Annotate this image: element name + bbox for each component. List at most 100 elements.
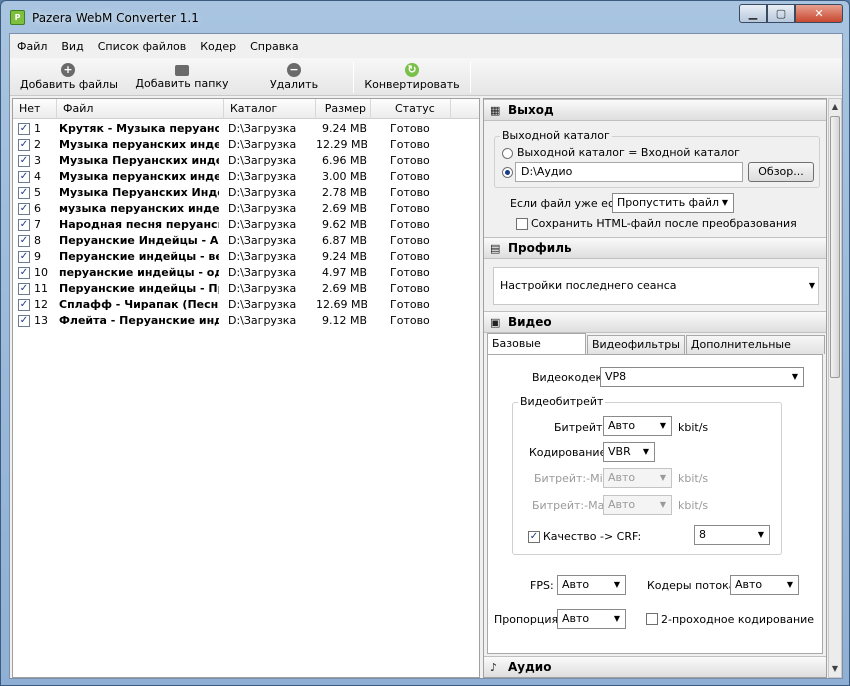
menu-help[interactable]: Справка <box>243 40 305 53</box>
encoding-value: VBR <box>608 445 631 458</box>
row-status: Готово <box>390 218 430 231</box>
menu-view[interactable]: Вид <box>54 40 90 53</box>
row-size: 9.12 MB <box>321 314 367 327</box>
video-bitrate-group-label: Видеобитрейт <box>518 395 606 408</box>
tab-advanced-settings[interactable]: Дополнительные настройки <box>685 335 825 369</box>
column-size[interactable]: Размер <box>316 99 371 119</box>
menu-file-list[interactable]: Список файлов <box>91 40 193 53</box>
row-checkbox[interactable]: ✓ <box>18 299 30 311</box>
scroll-up-icon[interactable]: ▲ <box>829 100 841 114</box>
table-row[interactable]: ✓ 7 Народная песня перуанск... D:\Загрузка 9… <box>13 217 479 233</box>
output-dir-input[interactable]: D:\Аудио <box>515 162 743 182</box>
video-codec-label: Видеокодек: <box>532 371 606 384</box>
row-status: Готово <box>390 282 430 295</box>
menu-encoder[interactable]: Кодер <box>193 40 243 53</box>
column-file[interactable]: Файл <box>57 99 224 119</box>
remove-button[interactable]: − Удалить <box>254 60 334 94</box>
row-number: 5 <box>34 186 41 199</box>
twopass-label: 2-проходное кодирование <box>661 613 815 626</box>
video-section-title: Видео <box>508 315 552 329</box>
table-row[interactable]: ✓ 9 Перуанские индейцы - ве... D:\Загрузка 9… <box>13 249 479 265</box>
add-files-button[interactable]: + Добавить файлы <box>20 60 118 94</box>
row-status: Готово <box>390 266 430 279</box>
row-checkbox[interactable]: ✓ <box>18 315 30 327</box>
fps-select[interactable]: Авто ▼ <box>557 575 626 595</box>
row-checkbox[interactable]: ✓ <box>18 123 30 135</box>
encoding-label: Кодирование: <box>529 446 611 459</box>
video-codec-select[interactable]: VP8 ▼ <box>600 367 804 387</box>
browse-button[interactable]: Обзор... <box>748 162 814 182</box>
aspect-select[interactable]: Авто ▼ <box>557 609 626 629</box>
scroll-down-icon[interactable]: ▼ <box>829 662 841 676</box>
row-number: 10 <box>34 266 48 279</box>
video-section-header[interactable]: ▣ Видео <box>484 311 826 333</box>
convert-button[interactable]: ↻ Конвертировать <box>364 60 460 94</box>
row-checkbox[interactable]: ✓ <box>18 267 30 279</box>
column-directory[interactable]: Каталог <box>224 99 316 119</box>
table-row[interactable]: ✓ 4 Музыка перуанских индей... D:\Загрузка 3… <box>13 169 479 185</box>
row-checkbox[interactable]: ✓ <box>18 203 30 215</box>
add-folder-button[interactable]: Добавить папку <box>134 60 230 94</box>
bitrate-select[interactable]: Авто ▼ <box>603 416 672 436</box>
row-checkbox[interactable]: ✓ <box>18 219 30 231</box>
same-dir-radio[interactable] <box>502 148 513 159</box>
file-list[interactable]: Нет Файл Каталог Размер Статус ✓ 1 Крутяк … <box>12 98 480 678</box>
row-size: 2.69 MB <box>321 282 367 295</box>
crf-select[interactable]: 8 ▼ <box>694 525 770 545</box>
video-codec-value: VP8 <box>605 370 627 383</box>
title-bar[interactable]: P Pazera WebM Converter 1.1 ▁ ▢ ✕ <box>1 1 849 33</box>
row-directory: D:\Загрузка <box>228 218 297 231</box>
tab-video-filters[interactable]: Видеофильтры <box>586 335 685 354</box>
save-html-checkbox[interactable] <box>516 218 528 230</box>
table-row[interactable]: ✓ 6 музыка перуанских индей... D:\Загрузка 2… <box>13 201 479 217</box>
window-controls: ▁ ▢ ✕ <box>739 4 843 23</box>
encoding-select[interactable]: VBR ▼ <box>603 442 655 462</box>
audio-section-header[interactable]: ♪ Аудио <box>484 656 826 677</box>
tab-basic-settings[interactable]: Базовые настройки <box>487 333 586 370</box>
table-row[interactable]: ✓ 12 Сплафф - Чирапак (Песня пе... D:\Загру… <box>13 297 479 313</box>
row-file-name: Музыка Перуанских Инде... <box>59 186 219 199</box>
table-row[interactable]: ✓ 13 Флейта - Перуанские инде... D:\Загрузк… <box>13 313 479 329</box>
menu-file[interactable]: Файл <box>10 40 54 53</box>
chevron-down-icon: ▼ <box>613 614 620 623</box>
table-row[interactable]: ✓ 10 перуанские индейцы - од... D:\Загрузка… <box>13 265 479 281</box>
fps-value: Авто <box>562 578 590 591</box>
scrollbar-thumb[interactable] <box>830 116 840 378</box>
profile-section-title: Профиль <box>508 241 572 255</box>
profile-section-header[interactable]: ▤ Профиль <box>484 237 826 259</box>
row-file-name: Флейта - Перуанские инде... <box>59 314 219 327</box>
settings-scrollbar[interactable]: ▲ ▼ <box>828 98 842 678</box>
chevron-down-icon: ▼ <box>642 447 649 456</box>
table-row[interactable]: ✓ 5 Музыка Перуанских Инде... D:\Загрузка 2.… <box>13 185 479 201</box>
close-button[interactable]: ✕ <box>795 4 843 23</box>
maximize-button[interactable]: ▢ <box>767 4 795 23</box>
table-row[interactable]: ✓ 11 Перуанские индейцы - Пр... D:\Загрузка… <box>13 281 479 297</box>
profile-select[interactable]: Настройки последнего сеанса ▼ <box>493 267 819 305</box>
threads-select[interactable]: Авто ▼ <box>730 575 799 595</box>
table-row[interactable]: ✓ 8 Перуанские Индейцы - Au... D:\Загрузка 6… <box>13 233 479 249</box>
row-file-name: Музыка перуанских индей... <box>59 170 219 183</box>
row-checkbox[interactable]: ✓ <box>18 155 30 167</box>
output-section-title: Выход <box>508 103 554 117</box>
row-checkbox[interactable]: ✓ <box>18 187 30 199</box>
if-exists-select[interactable]: Пропустить файл ▼ <box>612 193 734 213</box>
twopass-checkbox[interactable] <box>646 613 658 625</box>
row-checkbox[interactable]: ✓ <box>18 283 30 295</box>
window-title: Pazera WebM Converter 1.1 <box>32 11 199 25</box>
table-row[interactable]: ✓ 2 Музыка перуанских инде... D:\Загрузка 12… <box>13 137 479 153</box>
output-section-icon: ▦ <box>490 104 501 117</box>
row-checkbox[interactable]: ✓ <box>18 171 30 183</box>
minimize-button[interactable]: ▁ <box>739 4 767 23</box>
row-checkbox[interactable]: ✓ <box>18 251 30 263</box>
row-checkbox[interactable]: ✓ <box>18 235 30 247</box>
row-status: Готово <box>390 122 430 135</box>
table-row[interactable]: ✓ 1 Крутяк - Музыка перуанс... D:\Загрузка 9… <box>13 121 479 137</box>
row-checkbox[interactable]: ✓ <box>18 139 30 151</box>
custom-dir-radio[interactable] <box>502 167 513 178</box>
row-file-name: Перуанские индейцы - ве... <box>59 250 219 263</box>
column-number[interactable]: Нет <box>13 99 57 119</box>
table-row[interactable]: ✓ 3 Музыка Перуанских инде... D:\Загрузка 6.… <box>13 153 479 169</box>
column-status[interactable]: Статус <box>371 99 451 119</box>
output-section-header[interactable]: ▦ Выход <box>484 99 826 121</box>
crf-checkbox[interactable]: ✓ <box>528 531 540 543</box>
